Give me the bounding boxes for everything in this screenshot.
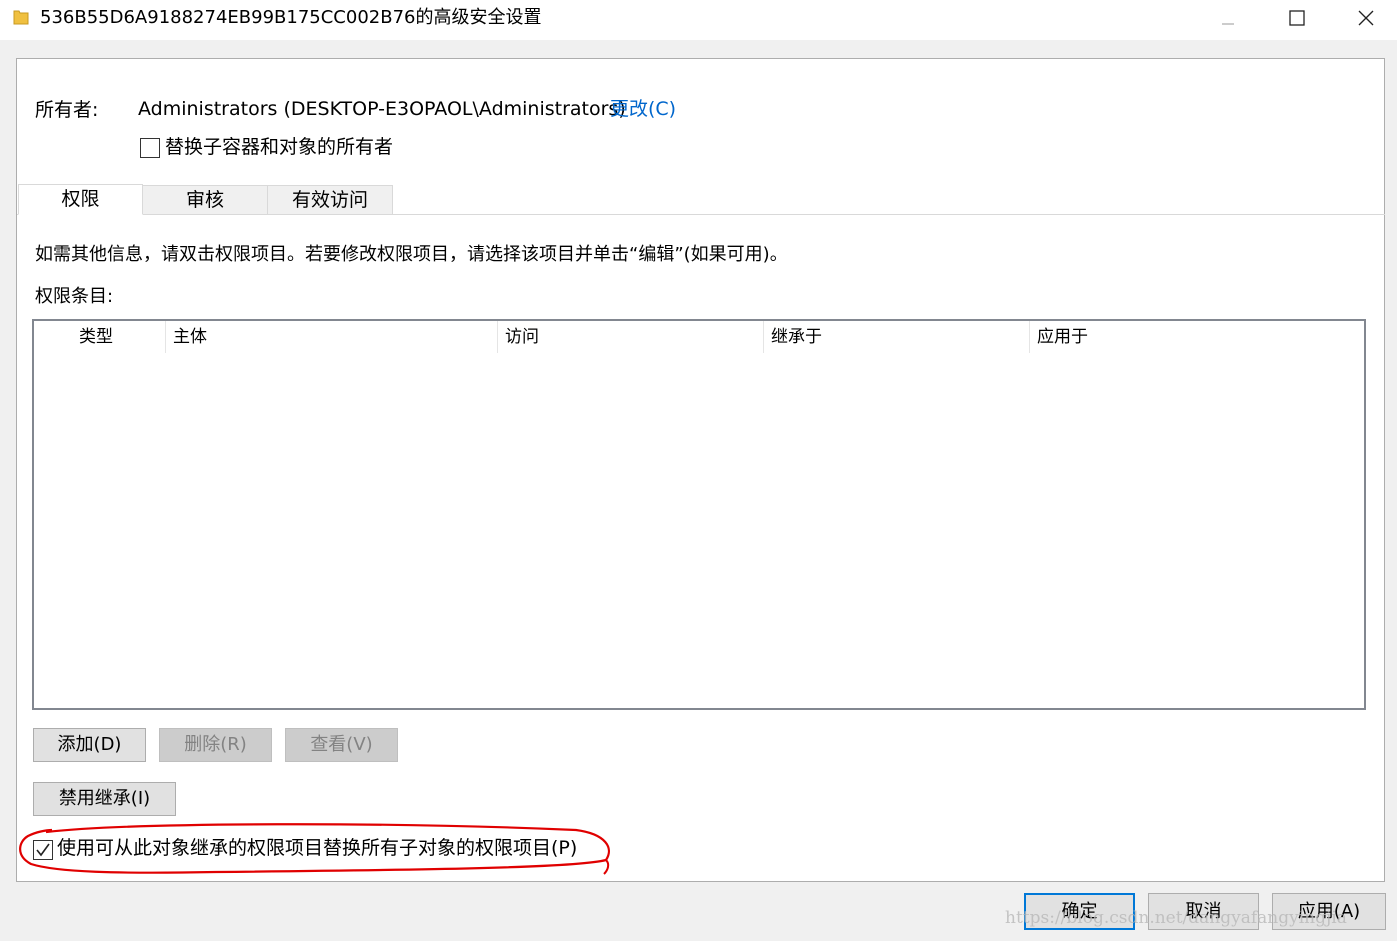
column-header-principal[interactable]: 主体 (173, 321, 207, 353)
minimize-button[interactable] (1205, 0, 1251, 36)
column-header-type[interactable]: 类型 (79, 321, 113, 353)
folder-icon (13, 10, 29, 25)
owner-label: 所有者: (35, 99, 99, 121)
column-divider[interactable] (1029, 321, 1030, 353)
apply-button[interactable]: 应用(A) (1272, 893, 1386, 930)
column-divider[interactable] (497, 321, 498, 353)
permissions-info: 如需其他信息，请双击权限项目。若要修改权限项目，请选择该项目并单击“编辑”(如果… (35, 244, 788, 265)
column-divider[interactable] (165, 321, 166, 353)
cancel-button[interactable]: 取消 (1148, 893, 1259, 930)
tab-auditing[interactable]: 审核 (142, 185, 268, 215)
tab-permissions[interactable]: 权限 (18, 184, 143, 215)
view-button[interactable]: 查看(V) (285, 728, 398, 762)
column-header-applies-to[interactable]: 应用于 (1037, 321, 1088, 353)
minimize-icon (1222, 23, 1234, 25)
remove-button[interactable]: 删除(R) (159, 728, 272, 762)
permission-entries-list[interactable]: 类型 主体 访问 继承于 应用于 (32, 319, 1366, 710)
close-button[interactable] (1343, 0, 1389, 36)
title-bar: 536B55D6A9188274EB99B175CC002B76的高级安全设置 (0, 0, 1397, 40)
change-owner-link[interactable]: 更改(C) (610, 97, 676, 121)
tab-effective-access[interactable]: 有效访问 (267, 185, 393, 215)
replace-owner-checkbox[interactable] (140, 138, 160, 158)
maximize-icon (1289, 10, 1305, 26)
replace-child-permissions-checkbox[interactable] (33, 840, 53, 860)
maximize-button[interactable] (1274, 0, 1320, 36)
ok-button[interactable]: 确定 (1024, 893, 1135, 930)
column-divider[interactable] (763, 321, 764, 353)
permission-entries-label: 权限条目: (35, 286, 114, 307)
replace-owner-label[interactable]: 替换子容器和对象的所有者 (165, 135, 393, 159)
replace-child-permissions-label[interactable]: 使用可从此对象继承的权限项目替换所有子对象的权限项目(P) (57, 836, 577, 860)
column-header-access[interactable]: 访问 (505, 321, 539, 353)
owner-value: Administrators (DESKTOP-E3OPAOL\Administ… (138, 98, 626, 120)
add-button[interactable]: 添加(D) (33, 728, 146, 762)
checkmark-icon (36, 843, 50, 857)
column-header-inherited-from[interactable]: 继承于 (771, 321, 822, 353)
disable-inheritance-button[interactable]: 禁用继承(I) (33, 782, 176, 816)
window-title: 536B55D6A9188274EB99B175CC002B76的高级安全设置 (40, 7, 542, 28)
close-icon (1358, 10, 1374, 26)
